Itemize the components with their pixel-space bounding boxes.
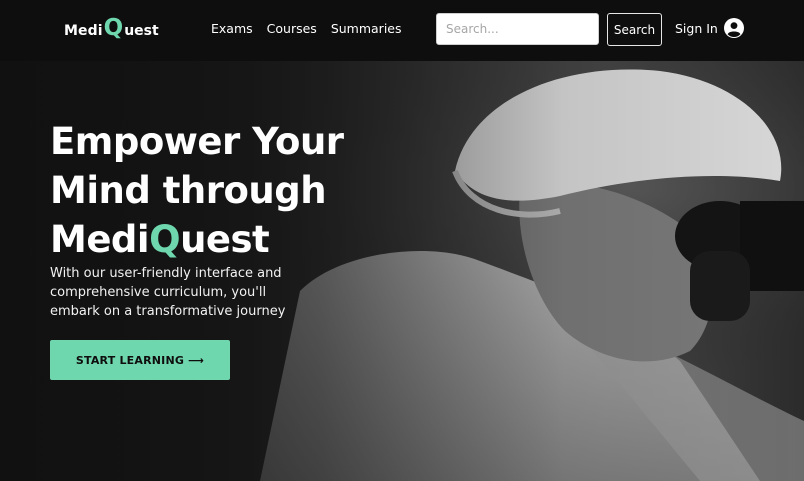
nav-links: Exams Courses Summaries xyxy=(211,21,402,36)
nav-link-exams[interactable]: Exams xyxy=(211,21,253,36)
hero-title-line2: Mind through xyxy=(50,169,327,212)
nav-link-summaries[interactable]: Summaries xyxy=(331,21,402,36)
sign-in-label: Sign In xyxy=(675,20,718,36)
hero-title-brand-part1: Medi xyxy=(50,218,150,261)
start-learning-button[interactable]: START LEARNING ⟶ xyxy=(50,340,230,380)
search-input[interactable] xyxy=(436,13,599,45)
hero-title-line1: Empower Your xyxy=(50,120,344,163)
logo[interactable]: Medi Q uest xyxy=(64,17,159,45)
sign-in-link[interactable]: Sign In xyxy=(675,18,744,38)
hero-section: Empower Your Mind through MediQuest With… xyxy=(0,61,804,481)
nav-link-courses[interactable]: Courses xyxy=(267,21,317,36)
user-circle-icon xyxy=(723,18,744,38)
hero-subtitle: With our user-friendly interface and com… xyxy=(50,266,286,319)
hero-title-brand-part2: uest xyxy=(180,218,270,261)
top-navbar: Medi Q uest Exams Courses Summaries Sear… xyxy=(0,0,804,61)
start-learning-label: START LEARNING xyxy=(75,353,185,367)
logo-text-medi: Medi xyxy=(64,23,103,39)
logo-letter-q: Q xyxy=(103,15,124,41)
hero-title: Empower Your Mind through MediQuest xyxy=(50,117,410,264)
hero-title-brand-letter: Q xyxy=(149,218,181,261)
search-button[interactable]: Search xyxy=(607,13,662,46)
arrow-right-icon: ⟶ xyxy=(188,353,205,367)
logo-text-uest: uest xyxy=(124,23,159,39)
